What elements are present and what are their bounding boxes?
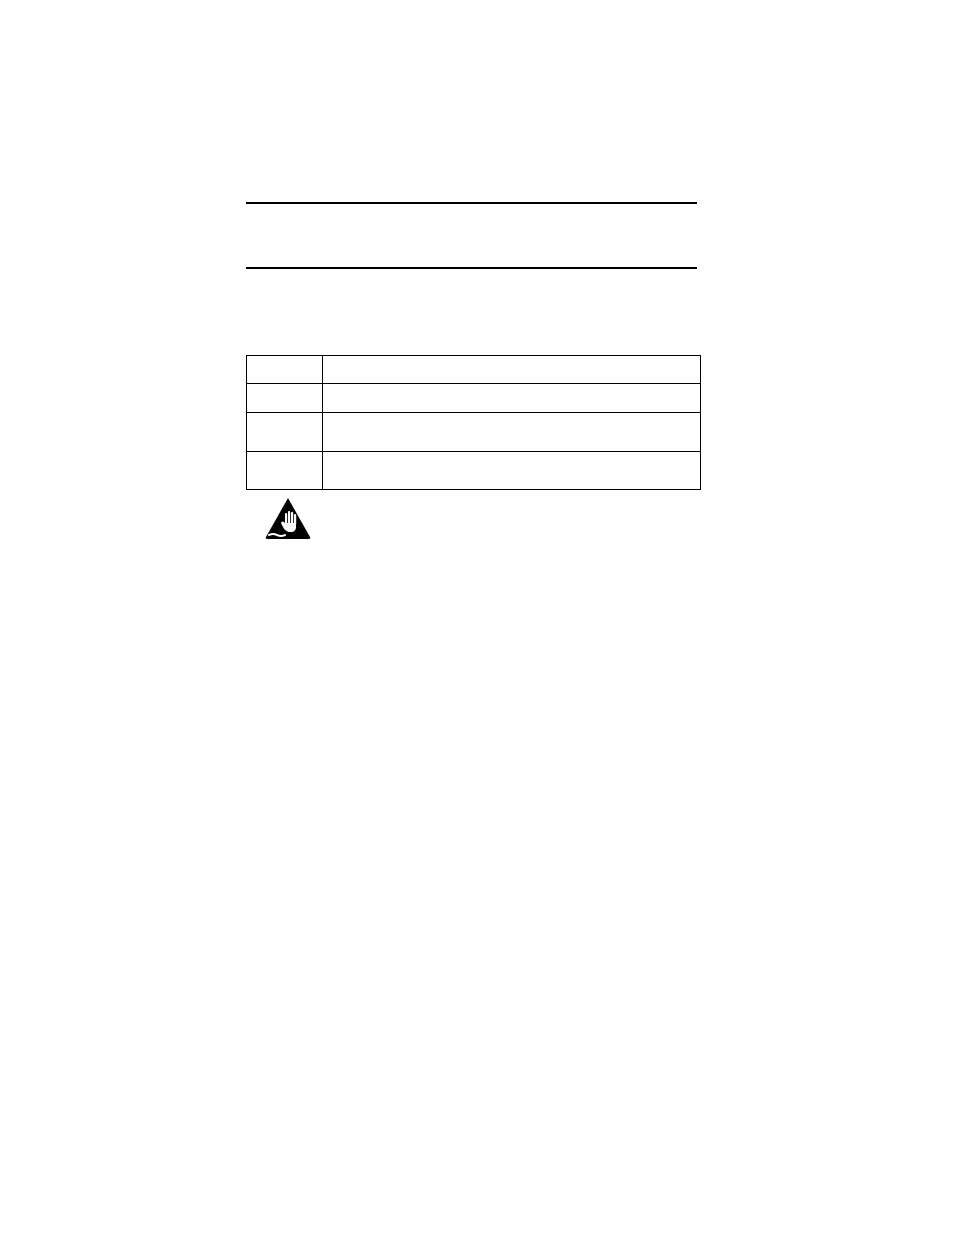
caution-hand-triangle-icon <box>265 497 311 539</box>
table-cell <box>323 452 701 490</box>
blank-table <box>246 355 701 490</box>
table-cell <box>323 384 701 413</box>
table-row <box>247 413 701 452</box>
table-row <box>247 384 701 413</box>
table-cell <box>323 413 701 452</box>
page-container <box>0 0 954 1235</box>
table-cell <box>323 356 701 384</box>
table-row <box>247 452 701 490</box>
table-cell <box>247 413 323 452</box>
table-cell <box>247 452 323 490</box>
divider-rule-top <box>246 202 697 204</box>
caution-hand-triangle-icon-svg <box>265 497 311 539</box>
table-row <box>247 356 701 384</box>
table-cell <box>247 384 323 413</box>
divider-rule-bottom <box>246 267 697 269</box>
table-cell <box>247 356 323 384</box>
